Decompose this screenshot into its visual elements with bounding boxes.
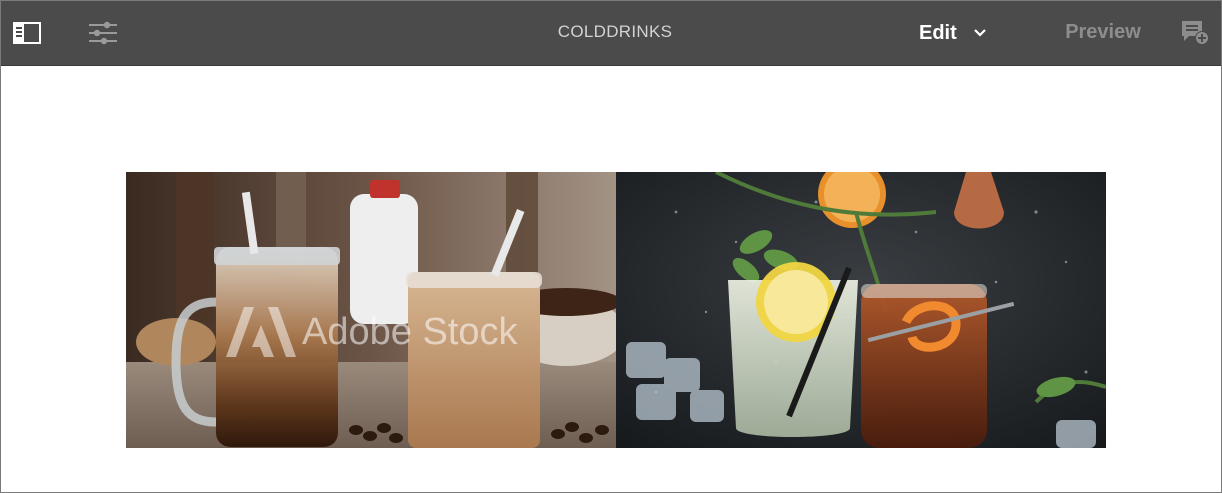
preview-button[interactable]: Preview — [1053, 1, 1153, 65]
mode-label: Edit — [919, 21, 957, 44]
page-canvas: Adobe Stock — [1, 66, 1221, 492]
page-title: COLDDRINKS — [557, 22, 673, 41]
iced-coffee-image[interactable]: Adobe Stock — [126, 172, 616, 448]
mode-selector-edit[interactable]: Edit — [909, 1, 1005, 65]
cocktails-image[interactable] — [616, 172, 1106, 448]
page-properties-sliders-icon — [89, 21, 117, 45]
side-panel-icon — [13, 22, 41, 44]
editor-window: COLDDRINKS Edit Preview Adobe Stock — [0, 0, 1222, 493]
watermark-text: Adobe Stock — [302, 310, 518, 353]
chevron-down-icon — [973, 28, 987, 38]
adobe-logo-icon — [226, 307, 296, 357]
image-banner[interactable]: Adobe Stock — [126, 172, 1106, 448]
annotate-button[interactable] — [1173, 1, 1217, 65]
stock-watermark: Adobe Stock — [226, 307, 517, 357]
add-annotation-icon — [1182, 21, 1209, 45]
page-properties-button[interactable] — [81, 1, 125, 65]
editor-toolbar: COLDDRINKS Edit Preview — [1, 1, 1221, 66]
toggle-side-panel-button[interactable] — [7, 1, 47, 65]
